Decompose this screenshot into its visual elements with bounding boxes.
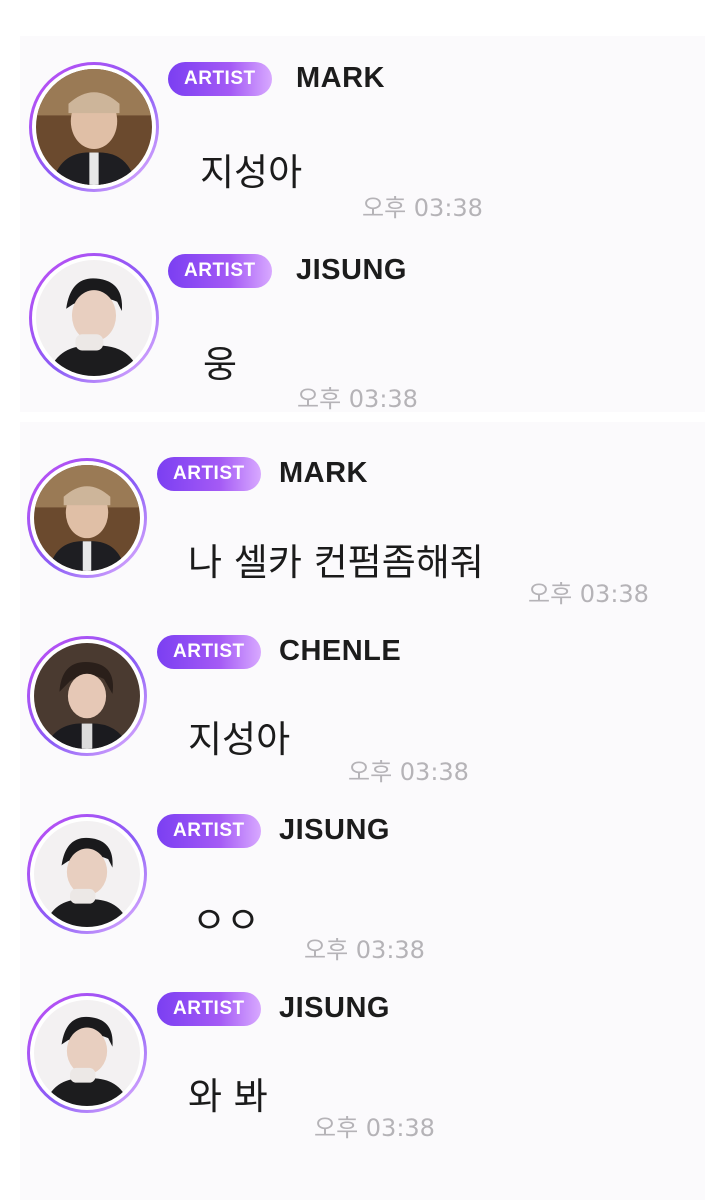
avatar[interactable] [29, 253, 159, 383]
avatar-photo [34, 465, 140, 571]
sender-name: JISUNG [279, 814, 390, 846]
artist-badge: ARTIST [157, 814, 261, 848]
avatar-photo [36, 69, 152, 185]
sender-name: MARK [296, 62, 385, 94]
message-text: 지성아 [200, 151, 303, 194]
artist-badge: ARTIST [157, 992, 261, 1026]
avatar-photo [34, 1000, 140, 1106]
artist-badge: ARTIST [168, 254, 272, 288]
message-timestamp: 오후 03:38 [528, 580, 649, 608]
artist-badge: ARTIST [157, 635, 261, 669]
message-timestamp: 오후 03:38 [362, 194, 483, 222]
avatar[interactable] [27, 993, 147, 1113]
avatar[interactable] [27, 458, 147, 578]
avatar-photo [34, 821, 140, 927]
message-text: ㅇㅇ [192, 899, 261, 942]
message-text: 나 셀카 컨펌좀해줘 [188, 541, 484, 584]
avatar-photo [36, 260, 152, 376]
message-text: 웅 [203, 343, 238, 386]
sender-name: JISUNG [296, 254, 407, 286]
message-timestamp: 오후 03:38 [348, 758, 469, 786]
avatar[interactable] [29, 62, 159, 192]
message-text: 와 봐 [188, 1075, 268, 1118]
artist-badge: ARTIST [157, 457, 261, 491]
sender-name: CHENLE [279, 635, 402, 667]
sender-name: JISUNG [279, 992, 390, 1024]
avatar-photo [34, 643, 140, 749]
artist-badge: ARTIST [168, 62, 272, 96]
avatar[interactable] [27, 636, 147, 756]
message-timestamp: 오후 03:38 [304, 936, 425, 964]
message-timestamp: 오후 03:38 [297, 385, 418, 413]
message-text: 지성아 [188, 718, 291, 761]
message-timestamp: 오후 03:38 [314, 1114, 435, 1142]
avatar[interactable] [27, 814, 147, 934]
sender-name: MARK [279, 457, 368, 489]
